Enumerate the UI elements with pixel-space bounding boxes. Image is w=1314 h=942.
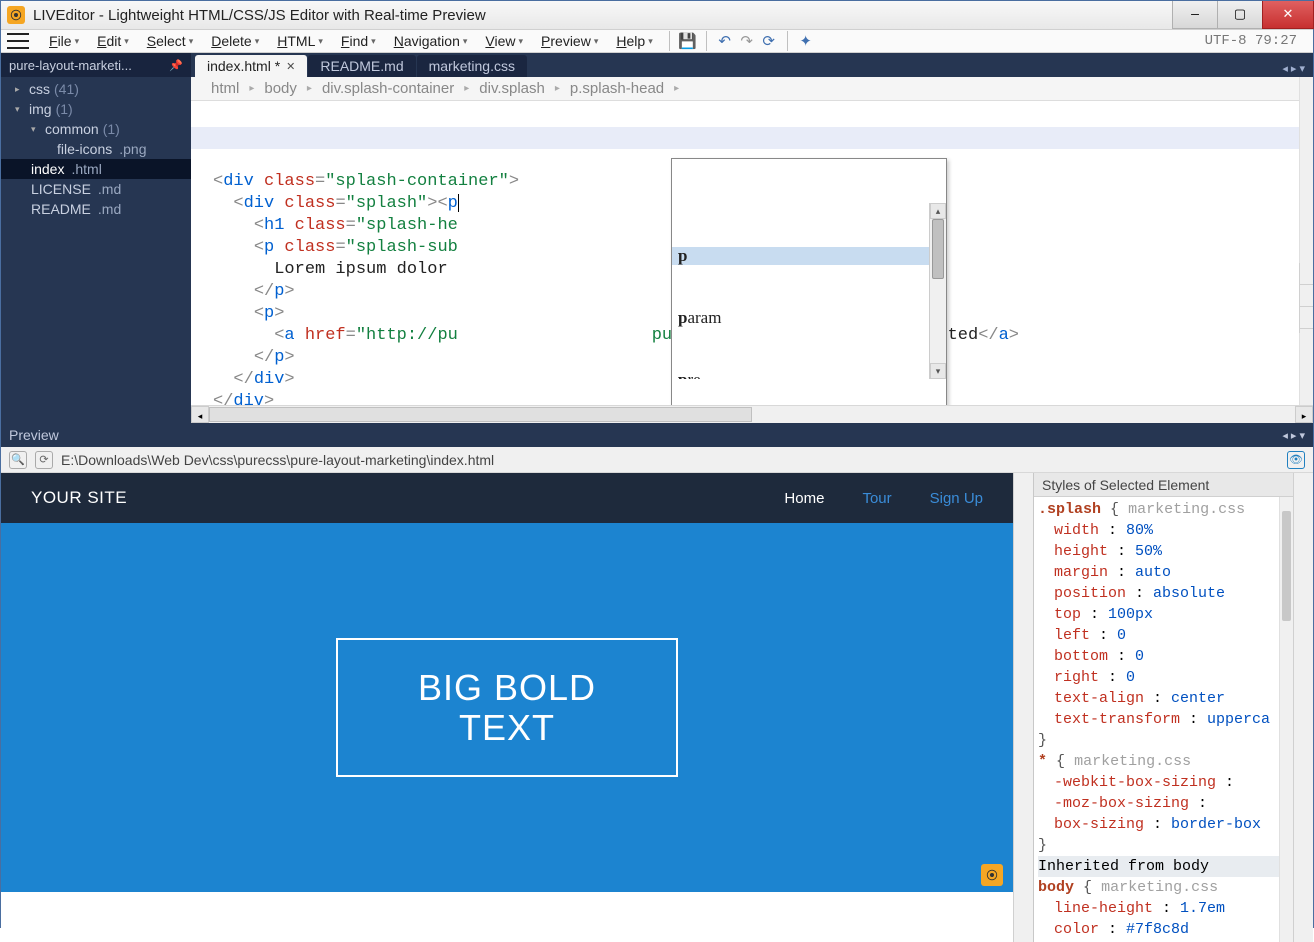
refresh-icon[interactable]: ⟳ bbox=[759, 31, 779, 51]
hero-box: BIG BOLD TEXT bbox=[336, 638, 678, 777]
style-inspector: Styles of Selected Element .splash { mar… bbox=[1033, 473, 1293, 942]
menu-file[interactable]: File▾ bbox=[41, 30, 87, 52]
app-icon: ⦿ bbox=[7, 6, 25, 24]
menu-select[interactable]: Select▾ bbox=[139, 30, 201, 52]
editor-tabs: index.html *✕ README.md marketing.css ◂ … bbox=[191, 53, 1313, 77]
file-tree: ▸css (41) ▾img (1) ▾common (1) file-icon… bbox=[1, 77, 191, 423]
inspector-header: Styles of Selected Element bbox=[1034, 473, 1293, 497]
reload-icon[interactable]: ⟳ bbox=[35, 451, 53, 469]
tree-file-fileicons[interactable]: file-icons.png bbox=[1, 139, 191, 159]
right-gutter bbox=[1293, 473, 1313, 942]
menu-navigation[interactable]: Navigation▾ bbox=[386, 30, 476, 52]
nav-home[interactable]: Home bbox=[784, 490, 824, 507]
status-encoding: UTF-8 79:27 bbox=[1205, 33, 1307, 49]
menu-html[interactable]: HTML▾ bbox=[269, 30, 331, 52]
close-button[interactable]: ✕ bbox=[1262, 1, 1314, 29]
menu-help[interactable]: Help▾ bbox=[608, 30, 660, 52]
inspect-icon[interactable]: 🔍 bbox=[9, 451, 27, 469]
sidebar: pure-layout-marketi...📌 ▸css (41) ▾img (… bbox=[1, 53, 191, 423]
sidebar-tab[interactable]: pure-layout-marketi...📌 bbox=[1, 53, 191, 77]
tab-nav[interactable]: ◂ ▸ ▾ bbox=[1274, 60, 1313, 77]
wand-icon[interactable]: ✦ bbox=[796, 31, 816, 51]
redo-icon[interactable]: ↷ bbox=[737, 31, 757, 51]
file-path: E:\Downloads\Web Dev\css\purecss\pure-la… bbox=[61, 452, 494, 468]
editor-hscroll[interactable]: ◂▸ bbox=[191, 405, 1313, 423]
menu-edit[interactable]: Edit▾ bbox=[89, 30, 137, 52]
close-icon[interactable]: ✕ bbox=[286, 60, 295, 73]
pin-icon[interactable]: 📌 bbox=[169, 59, 183, 72]
autocomplete-popup[interactable]: p param pre progress caption colgroup fi… bbox=[671, 158, 947, 405]
address-bar: 🔍 ⟳ E:\Downloads\Web Dev\css\purecss\pur… bbox=[1, 447, 1313, 473]
ac-item[interactable]: param bbox=[672, 309, 946, 327]
window-title: LIVEditor - Lightweight HTML/CSS/JS Edit… bbox=[33, 7, 1172, 24]
tree-file-readme[interactable]: README.md bbox=[1, 199, 191, 219]
tree-file-license[interactable]: LICENSE.md bbox=[1, 179, 191, 199]
tree-folder-img[interactable]: ▾img (1) bbox=[1, 99, 191, 119]
tab-marketing[interactable]: marketing.css bbox=[417, 55, 527, 77]
inspector-body[interactable]: .splash { marketing.css width : 80% heig… bbox=[1034, 497, 1293, 942]
ac-item[interactable]: pre bbox=[672, 371, 946, 379]
titlebar: ⦿ LIVEditor - Lightweight HTML/CSS/JS Ed… bbox=[1, 1, 1313, 30]
ac-item[interactable]: p bbox=[672, 247, 946, 265]
preview-viewport[interactable]: YOUR SITE Home Tour Sign Up BIG BOLD TEX… bbox=[1, 473, 1013, 942]
editor-area: index.html *✕ README.md marketing.css ◂ … bbox=[191, 53, 1313, 423]
hero: BIG BOLD TEXT bbox=[1, 523, 1013, 892]
code-editor[interactable]: <div class="splash-container"> <div clas… bbox=[191, 101, 1313, 405]
menu-view[interactable]: View▾ bbox=[477, 30, 531, 52]
nav-tour[interactable]: Tour bbox=[862, 490, 891, 507]
preview-nav[interactable]: ◂ ▸ ▾ bbox=[1282, 429, 1305, 442]
minimize-button[interactable]: — bbox=[1172, 1, 1218, 29]
site-nav: YOUR SITE Home Tour Sign Up bbox=[1, 473, 1013, 523]
save-icon[interactable]: 💾 bbox=[678, 31, 698, 51]
nav-signup[interactable]: Sign Up bbox=[930, 490, 983, 507]
tab-index[interactable]: index.html *✕ bbox=[195, 55, 307, 77]
eye-icon[interactable]: 👁 bbox=[1287, 451, 1305, 469]
menu-preview[interactable]: Preview▾ bbox=[533, 30, 606, 52]
hamburger-icon[interactable] bbox=[7, 33, 29, 49]
menu-delete[interactable]: Delete▾ bbox=[203, 30, 267, 52]
tab-readme[interactable]: README.md bbox=[308, 55, 415, 77]
tree-file-index[interactable]: index.html bbox=[1, 159, 191, 179]
menubar: File▾ Edit▾ Select▾ Delete▾ HTML▾ Find▾ … bbox=[1, 30, 1313, 53]
tree-folder-css[interactable]: ▸css (41) bbox=[1, 79, 191, 99]
breadcrumb[interactable]: html▸ body▸ div.splash-container▸ div.sp… bbox=[191, 77, 1313, 101]
menu-find[interactable]: Find▾ bbox=[333, 30, 384, 52]
preview-scrollbar[interactable] bbox=[1013, 473, 1033, 942]
site-brand: YOUR SITE bbox=[31, 488, 127, 508]
app-badge-icon: ⦿ bbox=[981, 864, 1003, 886]
undo-icon[interactable]: ↶ bbox=[715, 31, 735, 51]
inspector-scrollbar[interactable] bbox=[1279, 497, 1293, 942]
maximize-button[interactable]: ▢ bbox=[1217, 1, 1263, 29]
tree-folder-common[interactable]: ▾common (1) bbox=[1, 119, 191, 139]
preview-header: Preview◂ ▸ ▾ bbox=[1, 423, 1313, 447]
gutter-icons[interactable] bbox=[1299, 263, 1313, 333]
